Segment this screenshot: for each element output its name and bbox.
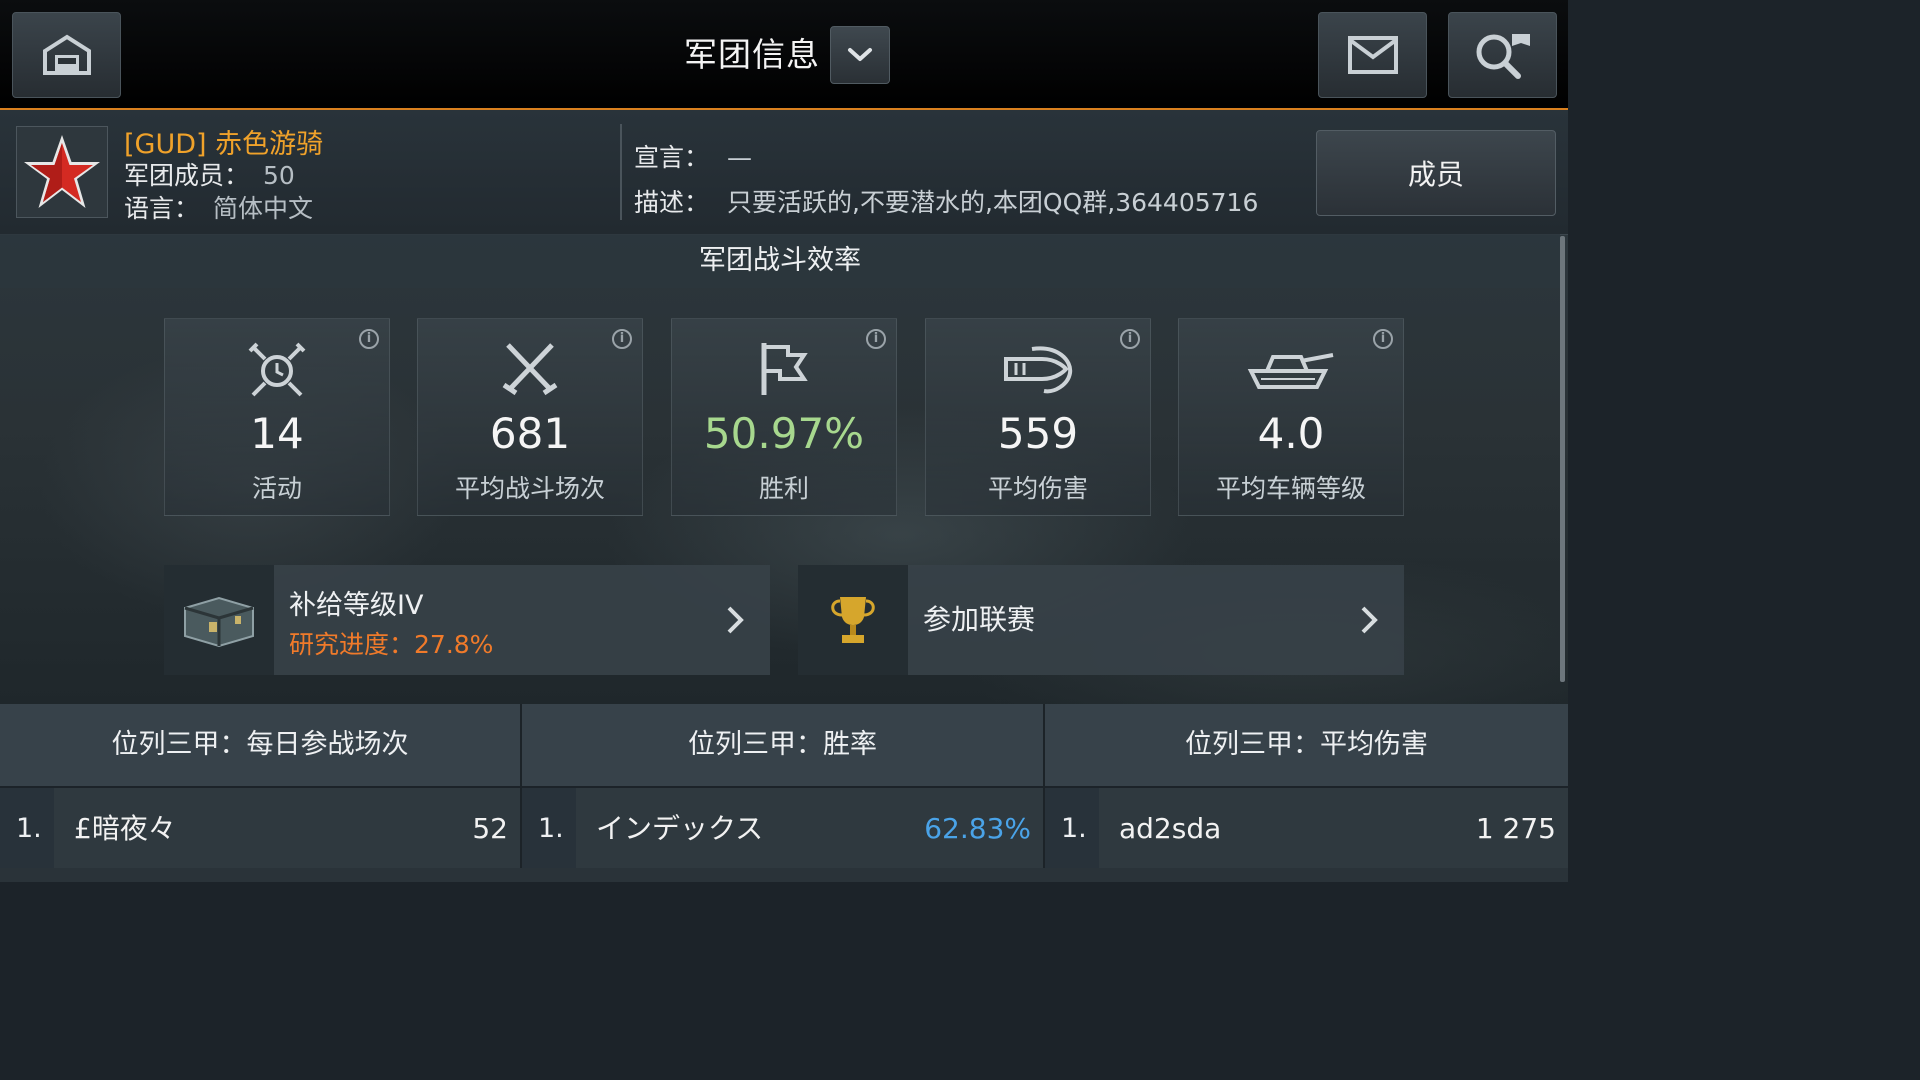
garage-home-icon [42, 34, 91, 75]
clan-emblem [16, 126, 108, 218]
chevron-down-icon [848, 48, 872, 61]
supply-progress-value: 27.8% [414, 630, 494, 659]
flag-icon [761, 343, 808, 395]
members-button[interactable]: 成员 [1316, 130, 1556, 216]
stat-card-avg-battles[interactable]: i 681 平均战斗场次 [417, 318, 643, 516]
stat-card-activity[interactable]: i 14 活动 [164, 318, 390, 516]
rank-header: 位列三甲：胜率 [522, 704, 1043, 786]
rank-row[interactable]: 1. £暗夜々 52 [0, 788, 520, 870]
declaration-value: — [727, 143, 753, 172]
tank-icon [1247, 353, 1334, 389]
rank-value: 62.83% [924, 812, 1031, 845]
stat-card-win-rate[interactable]: i 50.97% 胜利 [671, 318, 897, 516]
stat-value-activity: 14 [250, 409, 304, 458]
clan-members-line: 军团成员： 50 [124, 156, 295, 192]
supply-title: 补给等级IV [289, 590, 424, 621]
league-title: 参加联赛 [923, 603, 1036, 636]
rank-number: 1. [522, 788, 576, 870]
supply-level-card[interactable]: 补给等级IV 研究进度：27.8% [164, 565, 770, 675]
efficiency-section-title: 军团战斗效率 [0, 234, 1560, 288]
description-label: 描述： [634, 188, 710, 217]
declaration-line: 宣言： — [634, 138, 752, 174]
chevron-right-icon [727, 606, 744, 634]
members-count: 50 [263, 161, 295, 190]
red-star-icon [24, 135, 100, 208]
activity-icon [248, 342, 306, 397]
join-league-card[interactable]: 参加联赛 [798, 565, 1404, 675]
home-button[interactable] [12, 12, 121, 98]
supply-progress-label: 研究进度： [289, 630, 415, 659]
rank-value: 1 275 [1475, 812, 1556, 845]
stat-label-activity: 活动 [251, 474, 302, 503]
language-value: 简体中文 [213, 194, 314, 223]
rank-value: 52 [472, 812, 508, 845]
rank-column-win-rate: 位列三甲：胜率 1. インデックス 62.83% [522, 704, 1043, 882]
stat-card-avg-tier[interactable]: i 4.0 平均车辆等级 [1178, 318, 1404, 516]
rank-column-avg-damage: 位列三甲：平均伤害 1. ad2sda 1 275 [1045, 704, 1568, 882]
clan-language-line: 语言： 简体中文 [124, 189, 313, 225]
declaration-label: 宣言： [634, 143, 710, 172]
rank-column-daily-battles: 位列三甲：每日参战场次 1. £暗夜々 52 [0, 704, 520, 882]
top-three-section: 位列三甲：每日参战场次 1. £暗夜々 52 位列三甲：胜率 1. インデックス… [0, 704, 1568, 882]
crossed-swords-icon [502, 343, 558, 396]
player-name: £暗夜々 [74, 812, 176, 845]
members-label: 军团成员： [124, 161, 250, 190]
title-dropdown-button[interactable] [830, 26, 890, 84]
scrollbar[interactable] [1560, 236, 1565, 682]
shell-icon [1004, 346, 1073, 394]
stat-card-avg-damage[interactable]: i 559 平均伤害 [925, 318, 1151, 516]
description-value: 只要活跃的,不要潜水的,本团QQ群,364405716 [727, 188, 1259, 217]
stat-value-avg-tier: 4.0 [1257, 409, 1325, 458]
rank-row[interactable]: 1. インデックス 62.83% [522, 788, 1043, 870]
search-clan-button[interactable] [1448, 12, 1557, 98]
stat-value-win-rate: 50.97% [703, 409, 865, 458]
header-divider [620, 124, 622, 220]
rank-number: 1. [0, 788, 54, 870]
language-label: 语言： [124, 194, 200, 223]
rank-row[interactable]: 1. ad2sda 1 275 [1045, 788, 1568, 870]
rank-header: 位列三甲：每日参战场次 [0, 704, 520, 786]
next-row-strip [0, 868, 1568, 882]
rank-header: 位列三甲：平均伤害 [1045, 704, 1568, 786]
page-title: 军团信息 [684, 35, 820, 74]
mail-button[interactable] [1318, 12, 1427, 98]
stat-value-avg-battles: 681 [489, 409, 571, 458]
top-bar: 军团信息 [0, 0, 1568, 110]
player-name: ad2sda [1119, 812, 1222, 845]
chevron-right-icon [1361, 606, 1378, 634]
player-name: インデックス [596, 812, 764, 845]
stat-label-avg-damage: 平均伤害 [987, 474, 1088, 503]
search-clan-icon [1476, 34, 1530, 79]
mail-icon [1347, 36, 1398, 74]
stat-value-avg-damage: 559 [997, 409, 1079, 458]
stat-label-avg-battles: 平均战斗场次 [454, 474, 605, 503]
trophy-icon [831, 597, 875, 643]
rank-number: 1. [1045, 788, 1099, 870]
supply-crate-icon [184, 596, 254, 648]
stat-label-win-rate: 胜利 [758, 474, 809, 503]
description-line: 描述： 只要活跃的,不要潜水的,本团QQ群,364405716 [634, 183, 1258, 219]
supply-progress: 研究进度：27.8% [289, 625, 493, 661]
stat-label-avg-tier: 平均车辆等级 [1215, 474, 1366, 503]
